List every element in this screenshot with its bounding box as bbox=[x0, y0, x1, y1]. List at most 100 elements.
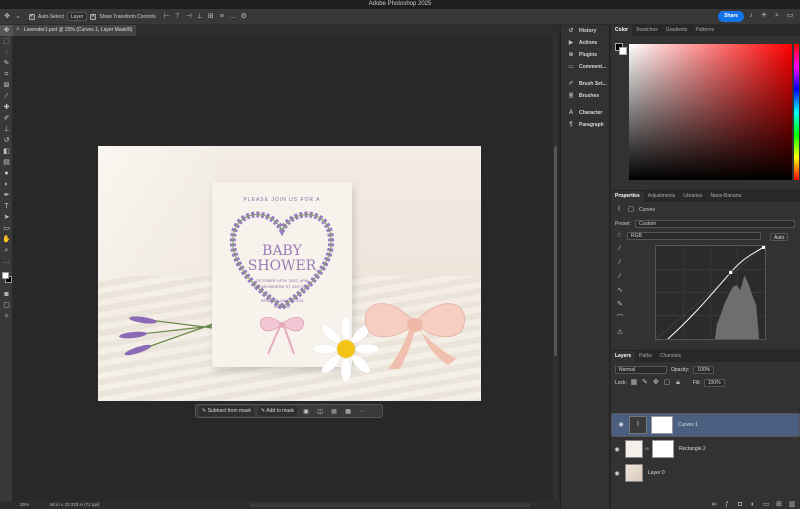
history-brush-tool-icon[interactable]: ↺ bbox=[0, 135, 13, 146]
panel-brush-settings[interactable]: ✐ Brush Set... bbox=[561, 78, 609, 90]
vertical-scrollbar[interactable] bbox=[553, 36, 558, 501]
tab-libraries[interactable]: Libraries bbox=[679, 191, 706, 202]
move-tool-icon[interactable]: ✥ bbox=[3, 13, 11, 21]
lock-pixels-icon[interactable]: ✎ bbox=[641, 379, 649, 387]
layer-curves-1[interactable]: ◉ ⌇ Curves 1 bbox=[611, 413, 800, 437]
lasso-tool-icon[interactable]: ◌ bbox=[0, 47, 13, 58]
foreground-color-swatch[interactable] bbox=[2, 272, 9, 279]
crop-tool-icon[interactable]: ⌗ bbox=[0, 69, 13, 80]
vertical-scroll-thumb[interactable] bbox=[554, 146, 557, 356]
close-icon[interactable]: × bbox=[16, 25, 20, 36]
feather-mask-icon[interactable]: ▦ bbox=[343, 408, 353, 415]
foreground-background-swatches[interactable] bbox=[0, 271, 13, 289]
tab-paths[interactable]: Paths bbox=[635, 351, 656, 362]
color-panel-background-swatch[interactable] bbox=[619, 47, 627, 55]
opacity-input[interactable]: 100% bbox=[693, 366, 715, 374]
tab-properties[interactable]: Properties bbox=[611, 191, 644, 202]
fill-mask-icon[interactable]: ▤ bbox=[329, 408, 339, 415]
color-panel-swatches[interactable] bbox=[615, 43, 627, 55]
frame-tool-icon[interactable]: ⊠ bbox=[0, 80, 13, 91]
discover-lightbulb-icon[interactable]: ☀ bbox=[760, 12, 768, 20]
tab-swatches[interactable]: Swatches bbox=[632, 25, 662, 36]
visibility-eye-icon[interactable]: ◉ bbox=[611, 446, 623, 453]
tab-color[interactable]: Color bbox=[611, 25, 633, 36]
layer-mask-thumbnail[interactable] bbox=[651, 416, 673, 434]
more-options-icon[interactable]: ⋯ bbox=[357, 408, 367, 415]
lock-all-icon[interactable]: 🔒︎ bbox=[674, 379, 682, 387]
black-point-eyedropper-icon[interactable]: ⁄ bbox=[616, 245, 624, 253]
panel-plugins[interactable]: ⊕ Plugins bbox=[561, 49, 609, 61]
add-mask-icon[interactable]: ◘ bbox=[736, 501, 744, 509]
panel-history[interactable]: ↺ History bbox=[561, 25, 609, 37]
marquee-tool-icon[interactable]: ⬚ bbox=[0, 36, 13, 47]
quick-select-tool-icon[interactable]: ✎ bbox=[0, 58, 13, 69]
preset-select[interactable]: Custom bbox=[634, 220, 795, 228]
blend-mode-select[interactable]: Normal bbox=[615, 366, 667, 374]
visibility-eye-icon[interactable]: ◉ bbox=[611, 470, 623, 477]
new-adjustment-icon[interactable]: ◐ bbox=[749, 501, 757, 509]
type-tool-icon[interactable]: T bbox=[0, 201, 13, 212]
layer-mask-icon[interactable]: ▢ bbox=[627, 206, 635, 214]
document-tab[interactable]: × Lavender1.psd @ 25% (Curves 1, Layer M… bbox=[13, 25, 137, 36]
align-middle-icon[interactable]: ⊞ bbox=[207, 13, 215, 21]
canvas-area[interactable]: PLEASE JOIN US FOR A BABY SHOWER OCTOBER… bbox=[13, 36, 559, 501]
hand-tool-icon[interactable]: ✋ bbox=[0, 234, 13, 245]
smooth-curve-icon[interactable]: ⌒ bbox=[616, 315, 624, 323]
pen-tool-icon[interactable]: ✒ bbox=[0, 190, 13, 201]
horizontal-scrollbar[interactable] bbox=[250, 503, 530, 507]
tab-adjustments[interactable]: Adjustments bbox=[644, 191, 680, 202]
rectangle-tool-icon[interactable]: ▭ bbox=[0, 223, 13, 234]
panel-brushes[interactable]: ≣ Brushes bbox=[561, 90, 609, 102]
generative-icon[interactable]: ✧ bbox=[0, 311, 13, 322]
curve-points-icon[interactable]: ∿ bbox=[616, 287, 624, 295]
settings-gear-icon[interactable]: ⚙ bbox=[240, 13, 248, 21]
link-layers-icon[interactable]: ∞ bbox=[710, 501, 718, 509]
path-selection-tool-icon[interactable]: ➤ bbox=[0, 212, 13, 223]
eyedropper-tool-icon[interactable]: ⁄ bbox=[0, 91, 13, 102]
screen-mode-icon[interactable]: ▢ bbox=[0, 300, 13, 311]
more-tools-icon[interactable]: … bbox=[0, 256, 13, 267]
notifications-bell-icon[interactable]: ♪ bbox=[747, 12, 755, 20]
dodge-tool-icon[interactable]: ◐ bbox=[0, 179, 13, 190]
curves-graph[interactable] bbox=[655, 245, 766, 340]
color-picker-field[interactable] bbox=[629, 44, 792, 180]
share-button[interactable]: Share bbox=[718, 11, 744, 22]
search-icon[interactable]: ⌕ bbox=[773, 12, 781, 20]
gradient-tool-icon[interactable]: ▤ bbox=[0, 157, 13, 168]
tab-layers[interactable]: Layers bbox=[611, 351, 636, 362]
add-to-mask-button[interactable]: ✎ Add to mask bbox=[257, 406, 298, 416]
pencil-curve-icon[interactable]: ✎ bbox=[616, 301, 624, 309]
more-icon[interactable]: … bbox=[229, 13, 237, 21]
delete-layer-icon[interactable]: ▥ bbox=[788, 501, 796, 509]
align-left-icon[interactable]: ⊢ bbox=[163, 13, 171, 21]
channel-select[interactable]: RGB bbox=[627, 232, 761, 240]
move-tool-icon[interactable]: ✥ bbox=[0, 25, 13, 36]
visibility-eye-icon[interactable]: ◉ bbox=[615, 421, 627, 429]
layer-rectangle-2[interactable]: ◉ ∞ Rectangle 2 bbox=[611, 437, 800, 461]
zoom-level[interactable]: 25% bbox=[20, 502, 29, 507]
fill-input[interactable]: 100% bbox=[703, 379, 725, 387]
blur-tool-icon[interactable]: ● bbox=[0, 168, 13, 179]
panel-paragraph[interactable]: ¶ Paragraph bbox=[561, 119, 609, 131]
auto-select-target-select[interactable]: Layer bbox=[66, 12, 88, 21]
lock-transparency-icon[interactable]: ▦ bbox=[630, 379, 638, 387]
on-image-adjust-icon[interactable]: ☝ bbox=[615, 232, 623, 240]
link-icon[interactable]: ∞ bbox=[643, 445, 651, 453]
panel-actions[interactable]: ▶ Actions bbox=[561, 37, 609, 49]
document-canvas[interactable]: PLEASE JOIN US FOR A BABY SHOWER OCTOBER… bbox=[98, 146, 481, 401]
chevron-down-icon[interactable]: ⌄ bbox=[14, 13, 22, 21]
show-transform-checkbox[interactable]: ✓ bbox=[90, 13, 97, 20]
new-group-icon[interactable]: ▭ bbox=[762, 501, 770, 509]
clone-stamp-tool-icon[interactable]: ⊥ bbox=[0, 124, 13, 135]
panel-character[interactable]: A Character bbox=[561, 107, 609, 119]
new-layer-icon[interactable]: ⊞ bbox=[775, 501, 783, 509]
align-right-icon[interactable]: ⊣ bbox=[185, 13, 193, 21]
quick-mask-icon[interactable]: ◙ bbox=[0, 289, 13, 300]
white-point-eyedropper-icon[interactable]: ⁄ bbox=[616, 273, 624, 281]
align-center-icon[interactable]: ⊤ bbox=[174, 13, 182, 21]
zoom-tool-icon[interactable]: ⌕ bbox=[0, 245, 13, 256]
brush-tool-icon[interactable]: ✐ bbox=[0, 113, 13, 124]
layer-style-fx-icon[interactable]: ƒ bbox=[723, 501, 731, 509]
healing-brush-tool-icon[interactable]: ✚ bbox=[0, 102, 13, 113]
rectangle-mask-thumbnail[interactable] bbox=[652, 440, 674, 458]
